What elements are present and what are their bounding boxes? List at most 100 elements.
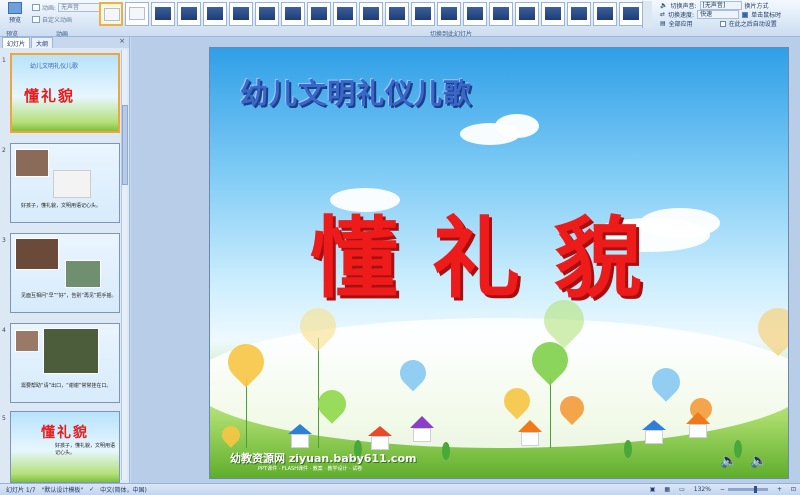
custom-animation-icon xyxy=(32,16,40,23)
slide-thumbnail-4[interactable]: 需要帮助“请”出口，“谢谢”常常挂在口。 xyxy=(10,323,120,403)
slides-panel: 幻灯片 大纲 × 1 幼儿文明礼仪儿歌 懂礼貌 2 好孩子，懂礼貌，文明用语记心… xyxy=(0,37,130,483)
tab-outline[interactable]: 大纲 xyxy=(31,37,54,48)
thumb-blackboard xyxy=(43,328,99,374)
slide-number: 2 xyxy=(2,147,6,154)
speaker-icon[interactable]: 🔈 xyxy=(750,453,767,469)
transition-icon xyxy=(441,7,457,20)
zoom-slider[interactable] xyxy=(727,486,768,493)
sorter-view-icon[interactable]: ▦ xyxy=(664,486,670,493)
animation-icon xyxy=(32,4,40,11)
zoom-out-icon[interactable]: − xyxy=(720,486,725,493)
transition-wipe-right[interactable] xyxy=(307,2,331,26)
scrollbar-thumb[interactable] xyxy=(122,105,128,185)
preview-button[interactable]: 预览 xyxy=(4,2,26,26)
house-decoration xyxy=(368,426,392,450)
slide-title[interactable]: 懂礼貌 xyxy=(310,188,676,315)
slideshow-icon[interactable]: ▭ xyxy=(679,486,685,493)
transition-split-h[interactable] xyxy=(385,2,409,26)
transition-cut-black[interactable] xyxy=(203,2,227,26)
fit-icon[interactable]: ⊡ xyxy=(791,486,796,493)
animation-label: 动画: xyxy=(42,5,57,12)
auto-after-label: 在此之后自动设置 xyxy=(728,21,777,28)
slide-number: 1 xyxy=(2,57,6,64)
transition-push-right[interactable] xyxy=(463,2,487,26)
thumb-illustration xyxy=(53,170,91,198)
transition-icon xyxy=(129,7,145,20)
transition-box-in[interactable] xyxy=(593,2,617,26)
language: 中文(简体，中国) xyxy=(100,487,147,494)
transition-sound-dropdown[interactable]: [无声音] xyxy=(699,1,742,10)
transition-cover-right[interactable] xyxy=(567,2,591,26)
transition-push-down[interactable] xyxy=(411,2,435,26)
thumb-caption: 好孩子，懂礼貌，文明用语记心头。 xyxy=(55,443,116,456)
transition-icon xyxy=(493,7,509,20)
transition-icon xyxy=(571,7,587,20)
tree-decoration xyxy=(442,442,450,460)
animation-dropdown[interactable]: 动画: 无声音 xyxy=(32,3,101,12)
on-click-checkbox[interactable] xyxy=(742,11,749,18)
transition-cover-left[interactable] xyxy=(541,2,565,26)
close-icon[interactable]: × xyxy=(119,37,125,48)
transition-box-out[interactable] xyxy=(619,2,643,26)
tree-decoration xyxy=(624,440,632,458)
ribbon: 预览 预览 动画: 无声音 自定义动画 动画 切换到此幻灯片 🔈 切换声音: [… xyxy=(0,0,800,38)
transition-push-left[interactable] xyxy=(437,2,461,26)
panel-tabs: 幻灯片 大纲 × xyxy=(0,37,129,48)
slide-thumbnail-1[interactable]: 幼儿文明礼仪儿歌 懂礼貌 xyxy=(10,53,120,133)
balloon-stem xyxy=(318,338,319,448)
transition-icon xyxy=(389,7,405,20)
transition-split[interactable] xyxy=(359,2,383,26)
transition-gallery xyxy=(98,1,653,28)
transition-wipe-up[interactable] xyxy=(333,2,357,26)
slide-thumbnail-3[interactable]: 见面互相问“早”“好”，告别“再见”把手摇。 xyxy=(10,233,120,313)
slide-thumbnail-2[interactable]: 好孩子，懂礼貌，文明用语记心头。 xyxy=(10,143,120,223)
thumb-illustration xyxy=(65,260,101,288)
tab-slides[interactable]: 幻灯片 xyxy=(2,37,31,48)
custom-animation-button[interactable]: 自定义动画 xyxy=(32,15,72,24)
preview-label: 预览 xyxy=(8,17,21,24)
gallery-scroll[interactable] xyxy=(642,1,652,28)
house-decoration xyxy=(642,420,666,444)
on-click-label: 单击鼠标时 xyxy=(751,12,782,19)
transition-icon xyxy=(155,7,171,20)
slide-counter: 幻灯片 1/7 xyxy=(6,487,36,494)
zoom-slider-thumb[interactable] xyxy=(753,486,757,493)
transition-speed-dropdown[interactable]: 快速 xyxy=(697,10,740,19)
speaker-icon[interactable]: 🔈 xyxy=(720,453,737,469)
transition-wipe-left[interactable] xyxy=(281,2,305,26)
current-slide[interactable]: 幼儿文明礼仪儿歌 懂礼貌 幼教资源网 ziyuan.baby611.com PP… xyxy=(209,47,789,479)
transition-fade[interactable] xyxy=(125,2,149,26)
thumb-caption: 需要帮助“请”出口，“谢谢”常常挂在口。 xyxy=(21,383,112,389)
slide-footer: 幼教资源网 ziyuan.baby611.com xyxy=(230,452,417,465)
sound-icon: 🔈 xyxy=(660,2,668,9)
transition-none[interactable] xyxy=(99,2,123,26)
transition-cover-down[interactable] xyxy=(515,2,539,26)
apply-all-icon: ▤ xyxy=(660,20,666,27)
transition-icon xyxy=(623,7,639,20)
transition-icon xyxy=(337,7,353,20)
slide-thumbnail-5[interactable]: 懂礼貌 好孩子，懂礼貌，文明用语记心头。 xyxy=(10,411,120,483)
zoom-control: ▣ ▦ ▭ 132% − + ⊡ xyxy=(644,486,796,493)
thumb-photo xyxy=(15,149,49,177)
panel-scrollbar[interactable] xyxy=(121,50,128,480)
balloon-stem xyxy=(550,378,551,448)
thumb-photo xyxy=(15,330,39,352)
normal-view-icon[interactable]: ▣ xyxy=(650,486,656,493)
transition-icon xyxy=(259,7,275,20)
transition-icon xyxy=(519,7,535,20)
apply-all-button[interactable]: 全部应用 xyxy=(669,19,693,28)
transition-cut[interactable] xyxy=(177,2,201,26)
slide-number: 4 xyxy=(2,327,6,334)
preview-icon xyxy=(8,2,22,14)
auto-after-checkbox[interactable] xyxy=(719,20,726,27)
transition-wipe-down[interactable] xyxy=(255,2,279,26)
transition-fade-black[interactable] xyxy=(151,2,175,26)
thumb-photo xyxy=(15,238,59,270)
slide-subtitle[interactable]: 幼儿文明礼仪儿歌 xyxy=(240,72,472,112)
transition-dissolve[interactable] xyxy=(229,2,253,26)
zoom-value[interactable]: 132% xyxy=(694,486,711,493)
transition-icon xyxy=(181,7,197,20)
transition-push-up[interactable] xyxy=(489,2,513,26)
thumb-caption: 见面互相问“早”“好”，告别“再见”把手摇。 xyxy=(21,293,117,299)
zoom-in-icon[interactable]: + xyxy=(777,486,782,493)
